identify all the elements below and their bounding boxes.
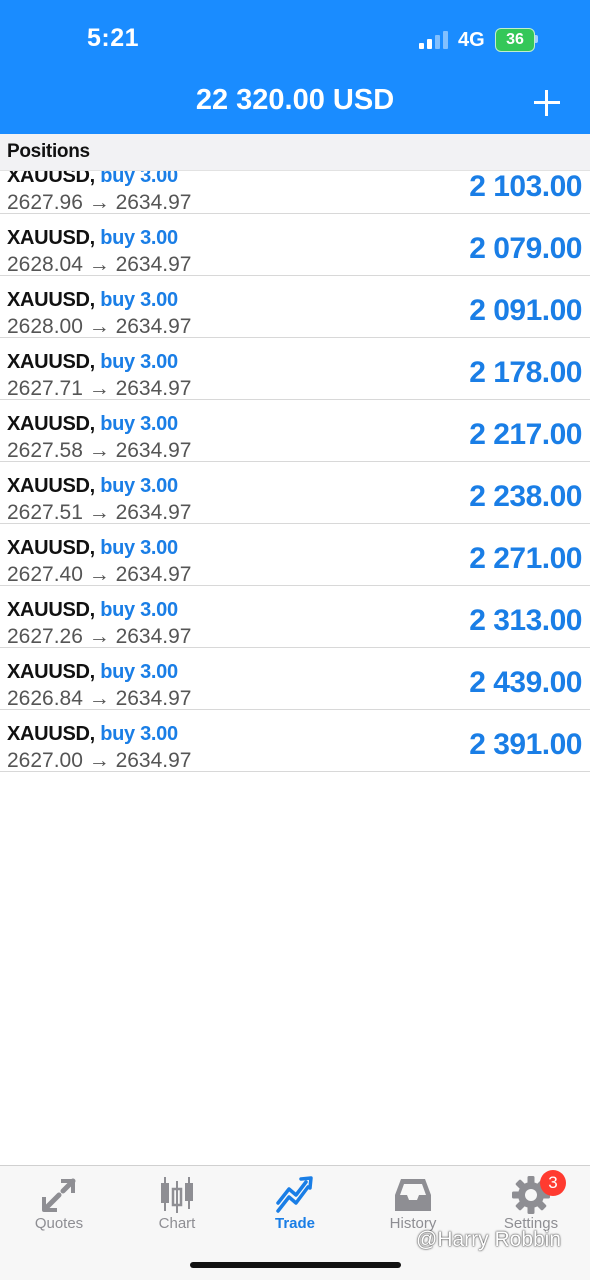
position-prices: 2627.26 → 2634.97 [7, 625, 192, 648]
position-profit: 2 217.00 [469, 418, 582, 451]
position-title: XAUUSD, buy 3.00 [7, 537, 178, 560]
position-prices: 2627.51 → 2634.97 [7, 501, 192, 524]
position-row[interactable]: XAUUSD, buy 3.00 2627.00 → 2634.97 2 391… [0, 710, 590, 772]
candlestick-icon [161, 1177, 193, 1213]
account-balance: 22 320.00 USD [195, 84, 395, 116]
position-row[interactable]: XAUUSD, buy 3.00 2627.40 → 2634.97 2 271… [0, 524, 590, 586]
position-profit: 2 391.00 [469, 728, 582, 761]
position-prices: 2627.58 → 2634.97 [7, 439, 192, 462]
position-row[interactable]: XAUUSD, buy 3.00 2626.84 → 2634.97 2 439… [0, 648, 590, 710]
position-symbol: XAUUSD, [7, 661, 95, 683]
position-profit: 2 091.00 [469, 294, 582, 327]
quotes-arrows-icon [42, 1178, 76, 1212]
position-title: XAUUSD, buy 3.00 [7, 289, 178, 312]
add-order-button[interactable] [530, 86, 564, 120]
position-symbol: XAUUSD, [7, 351, 95, 373]
position-side: buy 3.00 [100, 227, 178, 249]
tab-quotes[interactable]: Quotes [0, 1166, 118, 1246]
position-row[interactable]: XAUUSD, buy 3.00 2628.00 → 2634.97 2 091… [0, 276, 590, 338]
position-prices: 2627.71 → 2634.97 [7, 377, 192, 400]
position-profit: 2 313.00 [469, 604, 582, 637]
position-profit: 2 439.00 [469, 666, 582, 699]
trade-screen: 5:21 4G 36 22 320.00 USD Positions XAUUS… [0, 0, 590, 1280]
position-title: XAUUSD, buy 3.00 [7, 413, 178, 436]
home-indicator[interactable] [190, 1262, 401, 1268]
status-time: 5:21 [87, 24, 140, 52]
position-prices: 2626.84 → 2634.97 [7, 687, 192, 710]
position-side: buy 3.00 [100, 413, 178, 435]
positions-list: XAUUSD, buy 3.00 2627.96 → 2634.97 2 103… [0, 152, 590, 772]
position-symbol: XAUUSD, [7, 723, 95, 745]
position-profit: 2 103.00 [469, 170, 582, 203]
position-side: buy 3.00 [100, 723, 178, 745]
tab-label: Chart [158, 1215, 196, 1232]
position-title: XAUUSD, buy 3.00 [7, 227, 178, 250]
watermark-text: @Harry Robbin [416, 1228, 562, 1251]
position-title: XAUUSD, buy 3.00 [7, 723, 178, 746]
battery-icon: 36 [495, 28, 535, 52]
position-profit: 2 079.00 [469, 232, 582, 265]
positions-section-header: Positions [0, 134, 590, 171]
position-title: XAUUSD, buy 3.00 [7, 599, 178, 622]
position-prices: 2627.40 → 2634.97 [7, 563, 192, 586]
position-profit: 2 271.00 [469, 542, 582, 575]
position-symbol: XAUUSD, [7, 537, 95, 559]
position-symbol: XAUUSD, [7, 413, 95, 435]
cellular-signal-icon [419, 31, 449, 49]
inbox-tray-icon [395, 1179, 431, 1211]
position-side: buy 3.00 [100, 599, 178, 621]
position-side: buy 3.00 [100, 537, 178, 559]
network-label: 4G [458, 29, 485, 51]
header-bar: 5:21 4G 36 22 320.00 USD [0, 0, 590, 134]
position-row[interactable]: XAUUSD, buy 3.00 2627.26 → 2634.97 2 313… [0, 586, 590, 648]
settings-badge: 3 [540, 1170, 566, 1196]
tab-label: Trade [274, 1215, 316, 1232]
position-profit: 2 238.00 [469, 480, 582, 513]
tab-trade[interactable]: Trade [236, 1166, 354, 1246]
position-symbol: XAUUSD, [7, 227, 95, 249]
position-side: buy 3.00 [100, 351, 178, 373]
battery-tip [535, 35, 538, 43]
section-title: Positions [7, 141, 90, 162]
position-title: XAUUSD, buy 3.00 [7, 351, 178, 374]
position-row[interactable]: XAUUSD, buy 3.00 2627.71 → 2634.97 2 178… [0, 338, 590, 400]
position-side: buy 3.00 [100, 475, 178, 497]
position-symbol: XAUUSD, [7, 475, 95, 497]
position-title: XAUUSD, buy 3.00 [7, 475, 178, 498]
position-prices: 2628.00 → 2634.97 [7, 315, 192, 338]
battery-level: 36 [506, 31, 524, 48]
position-row[interactable]: XAUUSD, buy 3.00 2627.51 → 2634.97 2 238… [0, 462, 590, 524]
tab-label: Quotes [34, 1215, 84, 1232]
position-side: buy 3.00 [100, 289, 178, 311]
position-side: buy 3.00 [100, 661, 178, 683]
position-row[interactable]: XAUUSD, buy 3.00 2628.04 → 2634.97 2 079… [0, 214, 590, 276]
position-profit: 2 178.00 [469, 356, 582, 389]
position-title: XAUUSD, buy 3.00 [7, 661, 178, 684]
position-symbol: XAUUSD, [7, 599, 95, 621]
trend-arrow-icon [276, 1176, 313, 1213]
position-prices: 2628.04 → 2634.97 [7, 253, 192, 276]
position-row[interactable]: XAUUSD, buy 3.00 2627.58 → 2634.97 2 217… [0, 400, 590, 462]
position-prices: 2627.96 → 2634.97 [7, 191, 192, 214]
position-symbol: XAUUSD, [7, 289, 95, 311]
position-prices: 2627.00 → 2634.97 [7, 749, 192, 772]
tab-chart[interactable]: Chart [118, 1166, 236, 1246]
